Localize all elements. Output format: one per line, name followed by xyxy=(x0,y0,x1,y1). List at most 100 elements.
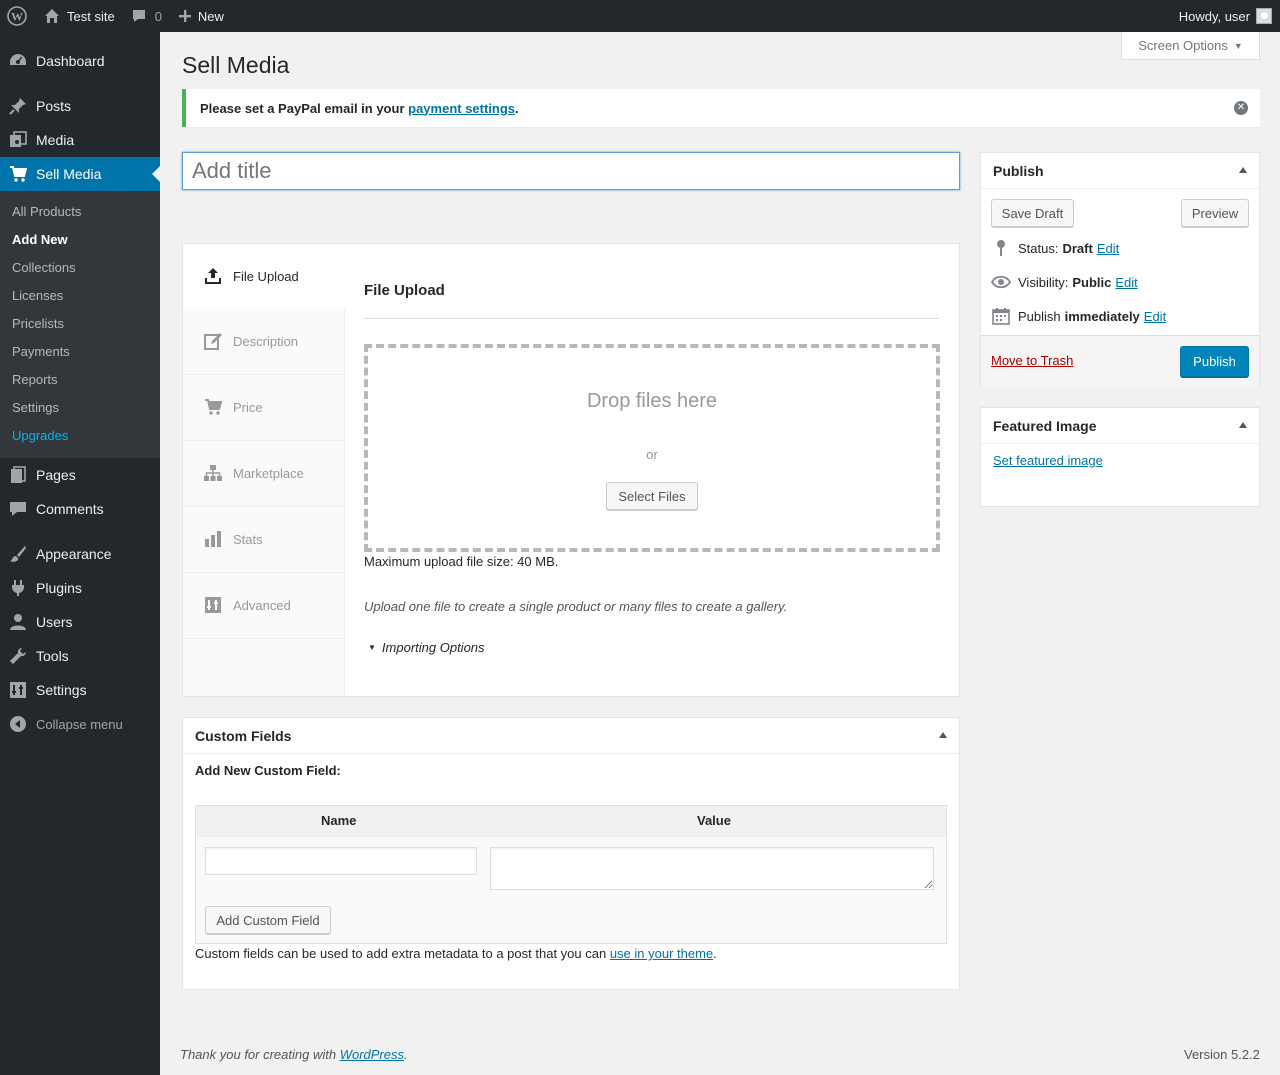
calendar-icon xyxy=(991,307,1011,325)
menu-tools[interactable]: Tools xyxy=(0,639,160,673)
new-content-link[interactable]: New xyxy=(170,0,232,32)
move-to-trash-link[interactable]: Move to Trash xyxy=(991,353,1073,368)
edit-status-link[interactable]: Edit xyxy=(1097,241,1119,256)
publish-button[interactable]: Publish xyxy=(1180,346,1249,377)
importing-options-toggle[interactable]: ▼ Importing Options xyxy=(368,640,485,655)
divider xyxy=(364,318,939,319)
collapse-toggle-icon[interactable] xyxy=(939,732,947,738)
submenu-pricelists[interactable]: Pricelists xyxy=(0,310,160,338)
submenu-licenses[interactable]: Licenses xyxy=(0,282,160,310)
menu-dashboard[interactable]: Dashboard xyxy=(0,44,160,78)
visibility-row: Visibility: Public Edit xyxy=(991,273,1138,291)
submenu-collections[interactable]: Collections xyxy=(0,254,160,282)
save-draft-button[interactable]: Save Draft xyxy=(991,199,1074,227)
screen-options-button[interactable]: Screen Options ▼ xyxy=(1121,32,1260,60)
tab-file-upload[interactable]: File Upload xyxy=(183,244,345,309)
post-title-input[interactable] xyxy=(182,152,960,190)
menu-comments[interactable]: Comments xyxy=(0,492,160,526)
tab-advanced[interactable]: Advanced xyxy=(183,573,344,639)
preview-button[interactable]: Preview xyxy=(1181,199,1249,227)
menu-media[interactable]: Media xyxy=(0,123,160,157)
comment-icon xyxy=(9,500,27,518)
cart-icon xyxy=(204,398,223,416)
comments-link[interactable]: 0 xyxy=(123,0,170,32)
status-row: Status: Draft Edit xyxy=(991,239,1119,257)
custom-fields-box: Custom Fields Add New Custom Field: Name… xyxy=(182,717,960,990)
submenu-upgrades[interactable]: Upgrades xyxy=(0,422,160,450)
dismiss-notice-icon[interactable]: ✕ xyxy=(1234,101,1248,115)
collapse-menu[interactable]: Collapse menu xyxy=(0,707,160,741)
collapse-icon xyxy=(9,715,27,733)
plugin-icon xyxy=(9,579,27,597)
edit-visibility-link[interactable]: Edit xyxy=(1115,275,1137,290)
set-featured-image-link[interactable]: Set featured image xyxy=(993,453,1103,468)
admin-sidebar: Dashboard Posts Media Sell Media All Pro… xyxy=(0,32,160,1075)
publish-header[interactable]: Publish xyxy=(981,153,1259,189)
home-icon xyxy=(44,8,60,24)
featured-image-box: Featured Image Set featured image xyxy=(980,407,1260,507)
cart-icon xyxy=(9,165,28,183)
publish-date-row: Publish immediately Edit xyxy=(991,307,1166,325)
menu-sell-media[interactable]: Sell Media xyxy=(0,157,160,191)
submenu-payments[interactable]: Payments xyxy=(0,338,160,366)
publish-date-value: immediately xyxy=(1064,308,1140,324)
menu-appearance[interactable]: Appearance xyxy=(0,537,160,571)
sliders-icon xyxy=(9,681,27,699)
paypal-notice: Please set a PayPal email in your paymen… xyxy=(182,89,1260,127)
add-custom-field-button[interactable]: Add Custom Field xyxy=(205,906,331,934)
menu-pages[interactable]: Pages xyxy=(0,458,160,492)
menu-settings[interactable]: Settings xyxy=(0,673,160,707)
brush-icon xyxy=(9,545,27,563)
publish-actions: Move to Trash Publish xyxy=(981,335,1259,387)
collapse-toggle-icon[interactable] xyxy=(1239,167,1247,173)
custom-field-name-input[interactable] xyxy=(205,847,477,875)
menu-plugins[interactable]: Plugins xyxy=(0,571,160,605)
triangle-down-icon: ▼ xyxy=(368,643,376,652)
custom-field-subtitle: Add New Custom Field: xyxy=(195,763,341,778)
wordpress-logo-icon[interactable]: W xyxy=(0,0,36,32)
use-in-theme-link[interactable]: use in your theme xyxy=(610,946,713,961)
pages-icon xyxy=(9,466,27,484)
tab-marketplace[interactable]: Marketplace xyxy=(183,441,344,507)
page-title: Sell Media xyxy=(182,52,290,78)
collapse-toggle-icon[interactable] xyxy=(1239,422,1247,428)
submenu-add-new[interactable]: Add New xyxy=(0,226,160,254)
custom-field-value-input[interactable] xyxy=(490,847,934,890)
status-value: Draft xyxy=(1062,240,1093,256)
sitemap-icon xyxy=(204,464,222,482)
my-account-link[interactable]: Howdy, user xyxy=(1171,0,1280,32)
select-files-button[interactable]: Select Files xyxy=(606,482,698,510)
submenu-all-products[interactable]: All Products xyxy=(0,198,160,226)
sliders-icon xyxy=(204,596,222,614)
svg-text:W: W xyxy=(11,10,23,24)
plus-icon xyxy=(178,9,192,23)
tab-stats[interactable]: Stats xyxy=(183,507,344,573)
user-icon xyxy=(9,613,27,631)
caret-down-icon: ▼ xyxy=(1233,40,1243,51)
drop-zone[interactable]: Drop files here or Select Files xyxy=(364,344,940,552)
sell-media-submenu: All Products Add New Collections License… xyxy=(0,191,160,458)
submenu-reports[interactable]: Reports xyxy=(0,366,160,394)
tab-price[interactable]: Price xyxy=(183,375,344,441)
bar-chart-icon xyxy=(204,530,222,548)
custom-fields-note: Custom fields can be used to add extra m… xyxy=(195,946,717,961)
or-text: or xyxy=(646,447,658,462)
wordpress-link[interactable]: WordPress xyxy=(340,1047,404,1062)
menu-users[interactable]: Users xyxy=(0,605,160,639)
edit-icon xyxy=(204,332,222,350)
submenu-settings[interactable]: Settings xyxy=(0,394,160,422)
featured-image-header[interactable]: Featured Image xyxy=(981,408,1259,444)
tab-description[interactable]: Description xyxy=(183,309,344,375)
site-name-link[interactable]: Test site xyxy=(36,0,123,32)
payment-settings-link[interactable]: payment settings xyxy=(408,101,515,116)
pin-icon xyxy=(991,239,1011,257)
admin-bar: W Test site 0 New Howdy, user xyxy=(0,0,1280,32)
menu-posts[interactable]: Posts xyxy=(0,89,160,123)
edit-publish-date-link[interactable]: Edit xyxy=(1144,309,1166,324)
custom-fields-header[interactable]: Custom Fields xyxy=(183,718,959,754)
footer-version: Version 5.2.2 xyxy=(1184,1047,1260,1062)
visibility-value: Public xyxy=(1072,274,1112,290)
column-value: Value xyxy=(697,813,731,828)
custom-field-table: Name Value Add Custom Field xyxy=(195,805,947,944)
panel-tabs: File Upload Description Price Marketplac… xyxy=(183,244,345,696)
